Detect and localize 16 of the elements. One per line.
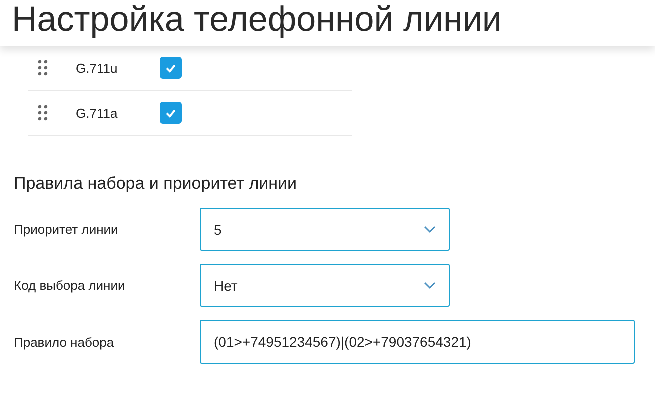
- codec-name: G.711a: [76, 106, 119, 120]
- field-label: Приоритет линии: [14, 222, 120, 237]
- drag-handle-icon[interactable]: [38, 60, 48, 76]
- dropdown[interactable]: Нет: [200, 264, 450, 307]
- field-label: Правило набора: [14, 334, 116, 350]
- codec-name: G.711u: [76, 60, 119, 76]
- section-heading: Правила набора и приоритет линии: [14, 174, 298, 194]
- checkbox[interactable]: [160, 102, 182, 124]
- drag-handle-icon[interactable]: [38, 105, 48, 121]
- chevron-down-icon: [424, 282, 436, 290]
- checkbox[interactable]: [160, 57, 182, 79]
- input-field[interactable]: (01>+74951234567)|(02>+79037654321): [200, 320, 635, 364]
- page-title: Настройка телефонной линии: [12, 0, 502, 40]
- chevron-down-icon: [424, 226, 436, 234]
- dropdown[interactable]: 5: [200, 208, 450, 251]
- field-label: Код выбора линии: [14, 278, 126, 293]
